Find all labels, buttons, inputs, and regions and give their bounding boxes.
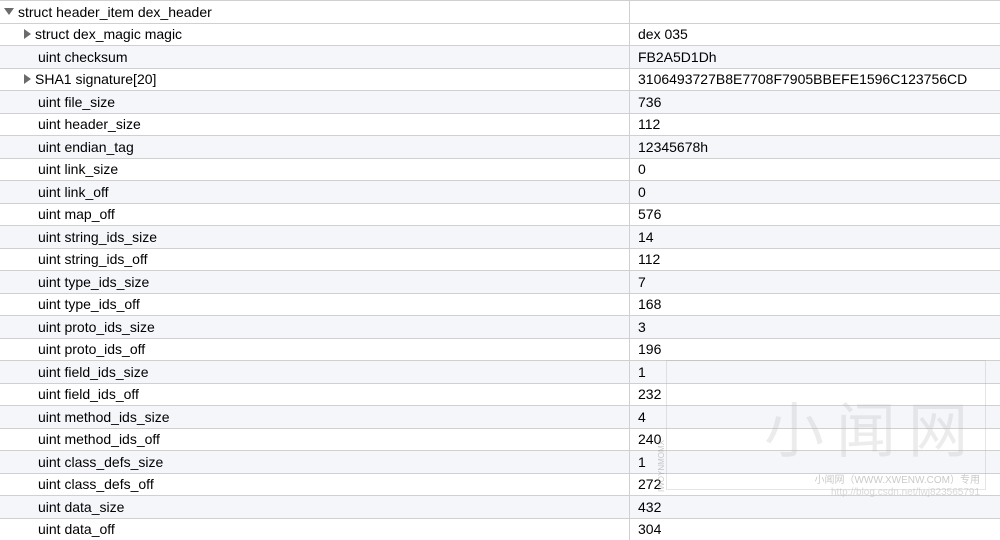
name-cell[interactable]: uint checksum bbox=[0, 46, 630, 68]
chevron-right-icon[interactable] bbox=[24, 29, 31, 39]
table-row[interactable]: uint method_ids_off 240 bbox=[0, 428, 1000, 451]
name-cell[interactable]: uint file_size bbox=[0, 91, 630, 113]
name-cell[interactable]: uint field_ids_size bbox=[0, 361, 630, 383]
value-cell: 12345678h bbox=[630, 139, 1000, 155]
name-text: uint checksum bbox=[38, 49, 127, 65]
table-row[interactable]: uint proto_ids_size 3 bbox=[0, 315, 1000, 338]
table-row[interactable]: uint file_size 736 bbox=[0, 90, 1000, 113]
value-cell: 196 bbox=[630, 341, 1000, 357]
table-row[interactable]: uint endian_tag 12345678h bbox=[0, 135, 1000, 158]
chevron-right-icon[interactable] bbox=[24, 74, 31, 84]
header-name-text: struct header_item dex_header bbox=[18, 4, 212, 20]
value-cell: 304 bbox=[630, 521, 1000, 537]
name-text: uint map_off bbox=[38, 206, 115, 222]
name-cell[interactable]: uint link_off bbox=[0, 181, 630, 203]
name-cell[interactable]: uint proto_ids_off bbox=[0, 339, 630, 361]
value-cell: 576 bbox=[630, 206, 1000, 222]
name-cell[interactable]: uint string_ids_size bbox=[0, 226, 630, 248]
table-row[interactable]: uint link_size 0 bbox=[0, 158, 1000, 181]
header-row[interactable]: struct header_item dex_header bbox=[0, 0, 1000, 23]
name-cell[interactable]: struct dex_magic magic bbox=[0, 24, 630, 46]
name-text: uint type_ids_size bbox=[38, 274, 149, 290]
value-cell: 3106493727B8E7708F7905BBEFE1596C123756CD bbox=[630, 71, 1000, 87]
table-row[interactable]: uint proto_ids_off 196 bbox=[0, 338, 1000, 361]
name-cell[interactable]: uint proto_ids_size bbox=[0, 316, 630, 338]
table-row[interactable]: uint type_ids_off 168 bbox=[0, 293, 1000, 316]
value-cell: 432 bbox=[630, 499, 1000, 515]
name-text: uint field_ids_off bbox=[38, 386, 139, 402]
name-cell[interactable]: uint data_size bbox=[0, 496, 630, 518]
value-cell: 232 bbox=[630, 386, 1000, 402]
name-cell[interactable]: uint link_size bbox=[0, 159, 630, 181]
value-cell: 112 bbox=[630, 116, 1000, 132]
value-cell: 272 bbox=[630, 476, 1000, 492]
table-row[interactable]: uint string_ids_size 14 bbox=[0, 225, 1000, 248]
name-cell[interactable]: uint header_size bbox=[0, 114, 630, 136]
table-row[interactable]: uint data_off 304 bbox=[0, 518, 1000, 540]
value-cell: 168 bbox=[630, 296, 1000, 312]
name-text: uint method_ids_size bbox=[38, 409, 170, 425]
name-text: uint proto_ids_off bbox=[38, 341, 145, 357]
value-cell: 240 bbox=[630, 431, 1000, 447]
struct-table: struct header_item dex_header struct dex… bbox=[0, 0, 1000, 540]
value-cell: 0 bbox=[630, 161, 1000, 177]
name-text: uint proto_ids_size bbox=[38, 319, 155, 335]
name-text: uint link_off bbox=[38, 184, 109, 200]
name-text: uint type_ids_off bbox=[38, 296, 140, 312]
table-row[interactable]: uint class_defs_off 272 bbox=[0, 473, 1000, 496]
table-row[interactable]: uint field_ids_size 1 bbox=[0, 360, 1000, 383]
value-cell: 736 bbox=[630, 94, 1000, 110]
value-cell: 7 bbox=[630, 274, 1000, 290]
table-row[interactable]: uint map_off 576 bbox=[0, 203, 1000, 226]
name-text: uint field_ids_size bbox=[38, 364, 149, 380]
name-cell[interactable]: uint endian_tag bbox=[0, 136, 630, 158]
name-cell[interactable]: uint class_defs_off bbox=[0, 474, 630, 496]
table-row[interactable]: uint field_ids_off 232 bbox=[0, 383, 1000, 406]
value-cell: 112 bbox=[630, 251, 1000, 267]
value-cell: 1 bbox=[630, 364, 1000, 380]
value-cell: 1 bbox=[630, 454, 1000, 470]
name-cell[interactable]: uint class_defs_size bbox=[0, 451, 630, 473]
name-text: uint class_defs_size bbox=[38, 454, 163, 470]
name-cell[interactable]: uint field_ids_off bbox=[0, 384, 630, 406]
name-text: uint data_size bbox=[38, 499, 124, 515]
table-row[interactable]: uint checksum FB2A5D1Dh bbox=[0, 45, 1000, 68]
name-text: uint link_size bbox=[38, 161, 118, 177]
table-row[interactable]: uint link_off 0 bbox=[0, 180, 1000, 203]
name-cell[interactable]: uint string_ids_off bbox=[0, 249, 630, 271]
name-text: uint string_ids_size bbox=[38, 229, 157, 245]
chevron-down-icon[interactable] bbox=[4, 8, 14, 15]
name-text: SHA1 signature[20] bbox=[35, 71, 156, 87]
name-cell[interactable]: uint method_ids_off bbox=[0, 429, 630, 451]
value-cell: 3 bbox=[630, 319, 1000, 335]
table-row[interactable]: SHA1 signature[20] 3106493727B8E7708F7905… bbox=[0, 68, 1000, 91]
value-cell: 0 bbox=[630, 184, 1000, 200]
name-text: uint class_defs_off bbox=[38, 476, 154, 492]
name-text: uint data_off bbox=[38, 521, 115, 537]
table-row[interactable]: uint method_ids_size 4 bbox=[0, 405, 1000, 428]
value-cell: 14 bbox=[630, 229, 1000, 245]
name-text: uint file_size bbox=[38, 94, 115, 110]
name-cell[interactable]: uint method_ids_size bbox=[0, 406, 630, 428]
name-text: struct dex_magic magic bbox=[35, 26, 182, 42]
name-cell[interactable]: uint map_off bbox=[0, 204, 630, 226]
name-cell[interactable]: uint type_ids_size bbox=[0, 271, 630, 293]
table-row[interactable]: uint string_ids_off 112 bbox=[0, 248, 1000, 271]
name-text: uint endian_tag bbox=[38, 139, 134, 155]
name-text: uint method_ids_off bbox=[38, 431, 160, 447]
header-name-cell[interactable]: struct header_item dex_header bbox=[0, 1, 630, 23]
name-cell[interactable]: SHA1 signature[20] bbox=[0, 69, 630, 91]
table-row[interactable]: uint type_ids_size 7 bbox=[0, 270, 1000, 293]
name-cell[interactable]: uint data_off bbox=[0, 519, 630, 540]
value-cell: 4 bbox=[630, 409, 1000, 425]
table-row[interactable]: uint header_size 112 bbox=[0, 113, 1000, 136]
name-text: uint string_ids_off bbox=[38, 251, 147, 267]
table-row[interactable]: uint class_defs_size 1 bbox=[0, 450, 1000, 473]
table-row[interactable]: struct dex_magic magic dex 035 bbox=[0, 23, 1000, 46]
table-row[interactable]: uint data_size 432 bbox=[0, 495, 1000, 518]
name-cell[interactable]: uint type_ids_off bbox=[0, 294, 630, 316]
value-cell: dex 035 bbox=[630, 26, 1000, 42]
value-cell: FB2A5D1Dh bbox=[630, 49, 1000, 65]
name-text: uint header_size bbox=[38, 116, 141, 132]
